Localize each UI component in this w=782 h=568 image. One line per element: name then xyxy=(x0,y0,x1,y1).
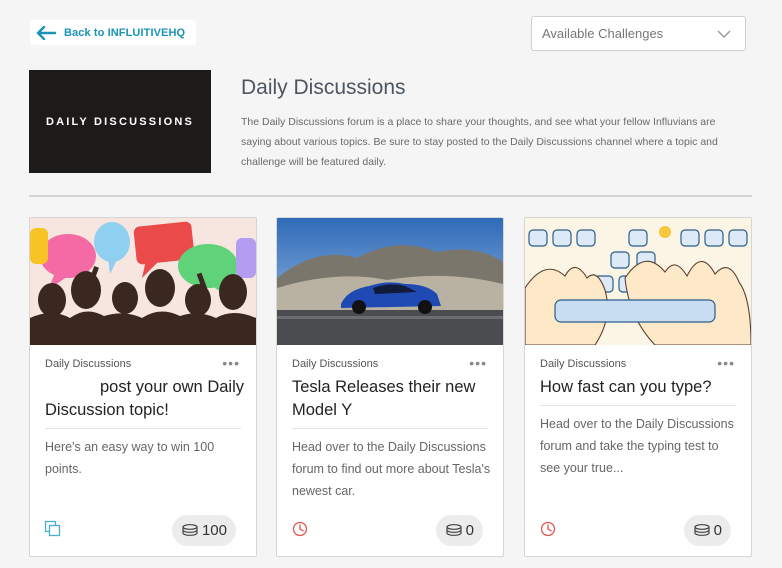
channel-banner-image: DAILY DISCUSSIONS xyxy=(29,70,211,173)
card-title[interactable]: post your own Daily Discussion topic! xyxy=(45,376,245,422)
coins-icon xyxy=(446,523,462,536)
chevron-down-icon xyxy=(717,30,731,38)
card-separator xyxy=(540,405,736,406)
clock-icon xyxy=(540,521,556,537)
back-link-label: Back to INFLUITIVEHQ xyxy=(64,26,186,39)
card-image-typing xyxy=(525,218,751,345)
card-title[interactable]: Tesla Releases their new Model Y xyxy=(292,376,492,422)
back-link[interactable]: Back to INFLUITIVEHQ xyxy=(30,20,196,45)
coins-icon xyxy=(182,523,198,536)
card-image-tesla xyxy=(277,218,503,345)
card-menu-button[interactable]: ••• xyxy=(222,355,240,371)
card-menu-button[interactable]: ••• xyxy=(469,355,487,371)
card-category: Daily Discussions xyxy=(540,358,627,370)
challenge-card[interactable]: Daily Discussions ••• How fast can you t… xyxy=(524,217,752,557)
challenge-card[interactable]: Daily Discussions ••• post your own Dail… xyxy=(29,217,257,557)
card-description: Head over to the Daily Discussions forum… xyxy=(292,440,491,498)
back-arrow-icon xyxy=(36,25,56,40)
card-menu-button[interactable]: ••• xyxy=(717,355,735,371)
card-separator xyxy=(45,428,241,429)
clock-icon xyxy=(292,521,308,537)
points-value: 0 xyxy=(465,522,474,539)
card-title[interactable]: How fast can you type? xyxy=(540,376,740,399)
challenge-card[interactable]: Daily Discussions ••• Tesla Releases the… xyxy=(276,217,504,557)
points-badge[interactable]: 0 xyxy=(435,515,483,546)
points-badge[interactable]: 0 xyxy=(683,515,731,546)
points-badge[interactable]: 100 xyxy=(171,515,236,546)
card-description: Here's an easy way to win 100 points. xyxy=(45,440,215,476)
page-title: Daily Discussions xyxy=(241,76,406,99)
coins-icon xyxy=(694,523,710,536)
card-separator xyxy=(292,428,488,429)
challenge-filter-value: Available Challenges xyxy=(542,26,664,41)
card-category: Daily Discussions xyxy=(45,358,132,370)
card-description: Head over to the Daily Discussions forum… xyxy=(540,417,734,475)
card-category: Daily Discussions xyxy=(292,358,379,370)
channel-banner-text: DAILY DISCUSSIONS xyxy=(45,115,195,128)
divider xyxy=(29,195,752,197)
challenge-filter-select[interactable]: Available Challenges xyxy=(531,16,746,51)
page-description: The Daily Discussions forum is a place t… xyxy=(241,116,718,168)
card-image-discussion xyxy=(30,218,256,345)
points-value: 100 xyxy=(201,522,227,539)
stack-icon xyxy=(44,520,61,537)
points-value: 0 xyxy=(713,522,722,539)
